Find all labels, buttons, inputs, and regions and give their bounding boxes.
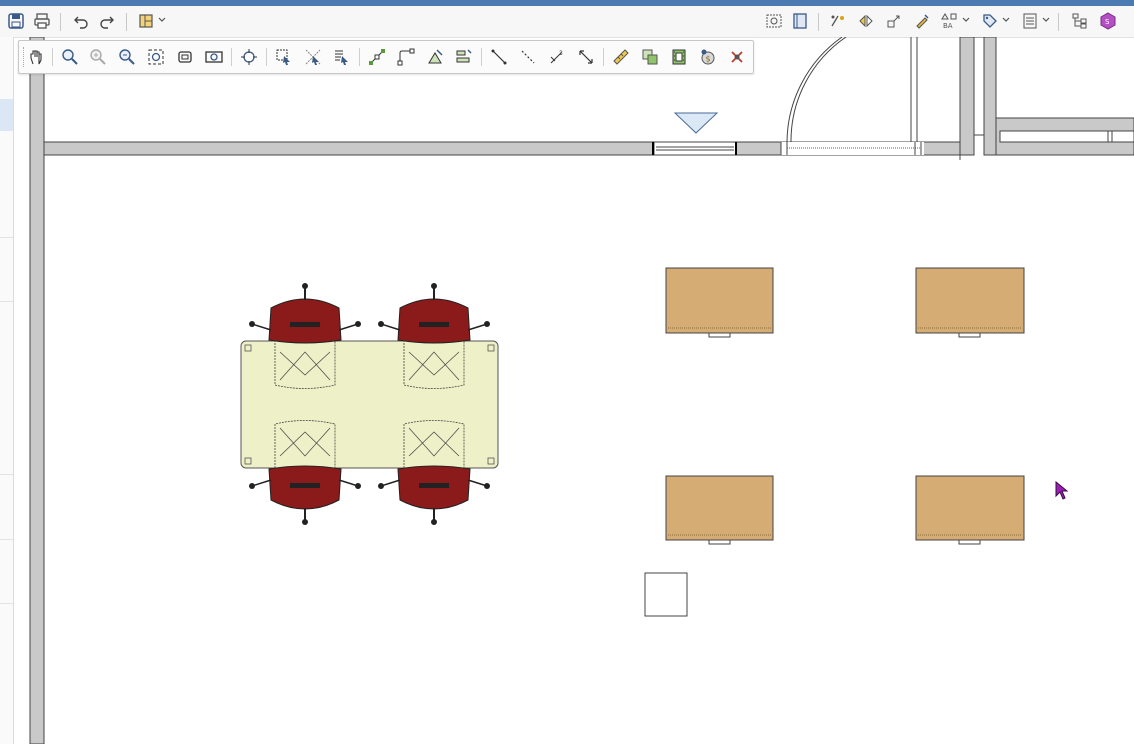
zoom-in-icon[interactable] xyxy=(87,46,109,68)
wall-right-room[interactable] xyxy=(959,37,975,156)
toolbar-separator xyxy=(1058,13,1059,31)
toolbar-separator xyxy=(126,13,127,31)
chevron-down-icon[interactable] xyxy=(1042,16,1050,24)
camera-marker-icon[interactable] xyxy=(673,112,719,134)
tag-icon[interactable] xyxy=(978,10,1002,32)
door-frame[interactable] xyxy=(973,37,985,136)
box-object[interactable] xyxy=(644,572,688,617)
plan-canvas[interactable] xyxy=(14,37,1134,744)
chevron-down-icon[interactable] xyxy=(1002,16,1010,24)
coin-icon[interactable]: $ xyxy=(697,46,719,68)
select-rect-icon[interactable] xyxy=(302,46,324,68)
floor-plan[interactable] xyxy=(14,37,1134,744)
window[interactable] xyxy=(652,141,737,156)
svg-text:BA: BA xyxy=(943,22,953,30)
film-icon[interactable] xyxy=(668,46,690,68)
wall-top[interactable] xyxy=(43,141,657,156)
door[interactable] xyxy=(780,37,924,155)
fill-window-icon[interactable] xyxy=(145,46,167,68)
undo-icon[interactable] xyxy=(69,10,93,32)
edit-shape-icon[interactable] xyxy=(424,46,446,68)
transform-icon[interactable] xyxy=(826,10,850,32)
svg-text:$: $ xyxy=(706,55,711,64)
edit-points-icon[interactable] xyxy=(366,46,388,68)
desk[interactable] xyxy=(665,475,774,545)
layout-icon[interactable] xyxy=(134,10,158,32)
toolbar-separator xyxy=(818,13,819,31)
left-panel-divider xyxy=(0,539,13,540)
book-icon[interactable] xyxy=(788,10,812,32)
left-panel-divider xyxy=(0,301,13,302)
dimension-icon[interactable]: 3 xyxy=(546,46,568,68)
center-icon[interactable] xyxy=(238,46,260,68)
toolbar-separator xyxy=(359,48,360,66)
left-panel-divider xyxy=(0,237,13,238)
toolbar-separator xyxy=(52,48,53,66)
save-icon[interactable] xyxy=(4,10,28,32)
zoom-icon[interactable] xyxy=(59,46,81,68)
wall-left[interactable] xyxy=(29,37,45,744)
capture-view-icon[interactable] xyxy=(762,10,786,32)
fit-icon[interactable] xyxy=(174,46,196,68)
redo-icon[interactable] xyxy=(95,10,119,32)
print-icon[interactable] xyxy=(30,10,54,32)
mirror-icon[interactable] xyxy=(854,10,878,32)
chevron-down-icon[interactable] xyxy=(158,16,166,24)
svg-text:S: S xyxy=(1105,18,1110,26)
left-panel-selected-item[interactable] xyxy=(0,99,13,131)
wall-right-inner[interactable] xyxy=(983,37,997,156)
desk[interactable] xyxy=(915,267,1025,338)
align-icon[interactable] xyxy=(453,46,475,68)
delete-icon[interactable] xyxy=(726,46,748,68)
conference-table[interactable] xyxy=(240,340,499,469)
highlighter-icon[interactable] xyxy=(910,10,934,32)
left-panel-divider xyxy=(0,603,13,604)
desk[interactable] xyxy=(665,267,774,338)
edit-arc-icon[interactable] xyxy=(395,46,417,68)
view-all-icon[interactable] xyxy=(203,46,225,68)
hierarchy-icon[interactable] xyxy=(1068,10,1092,32)
window-right[interactable] xyxy=(999,130,1134,143)
toolbar-separator xyxy=(60,13,61,31)
line-icon[interactable] xyxy=(488,46,510,68)
copy-icon[interactable] xyxy=(639,46,661,68)
schedule-icon[interactable] xyxy=(1018,10,1042,32)
left-side-panel xyxy=(0,37,14,744)
toolbar-separator xyxy=(603,48,604,66)
chevron-down-icon[interactable] xyxy=(962,16,970,24)
zoom-out-icon[interactable] xyxy=(116,46,138,68)
select-icon[interactable] xyxy=(273,46,295,68)
toolbar-separator xyxy=(481,48,482,66)
arrow-dim-icon[interactable] xyxy=(575,46,597,68)
3d-object-icon[interactable]: S xyxy=(1096,10,1120,32)
toolbar-separator xyxy=(231,48,232,66)
symbols-icon[interactable]: BA xyxy=(938,10,962,32)
pan-icon[interactable] xyxy=(25,46,47,68)
svg-text:3: 3 xyxy=(559,50,563,57)
main-toolbar: BA S xyxy=(0,6,1134,38)
dashed-line-icon[interactable] xyxy=(517,46,539,68)
toolbar-separator xyxy=(266,48,267,66)
view-edit-toolbar: 3 $ xyxy=(18,40,754,74)
replicate-icon[interactable] xyxy=(882,10,906,32)
desk[interactable] xyxy=(915,475,1025,545)
left-panel-divider xyxy=(0,474,13,475)
select-list-icon[interactable] xyxy=(331,46,353,68)
ruler-icon[interactable] xyxy=(610,46,632,68)
mouse-cursor-icon xyxy=(1055,481,1069,500)
